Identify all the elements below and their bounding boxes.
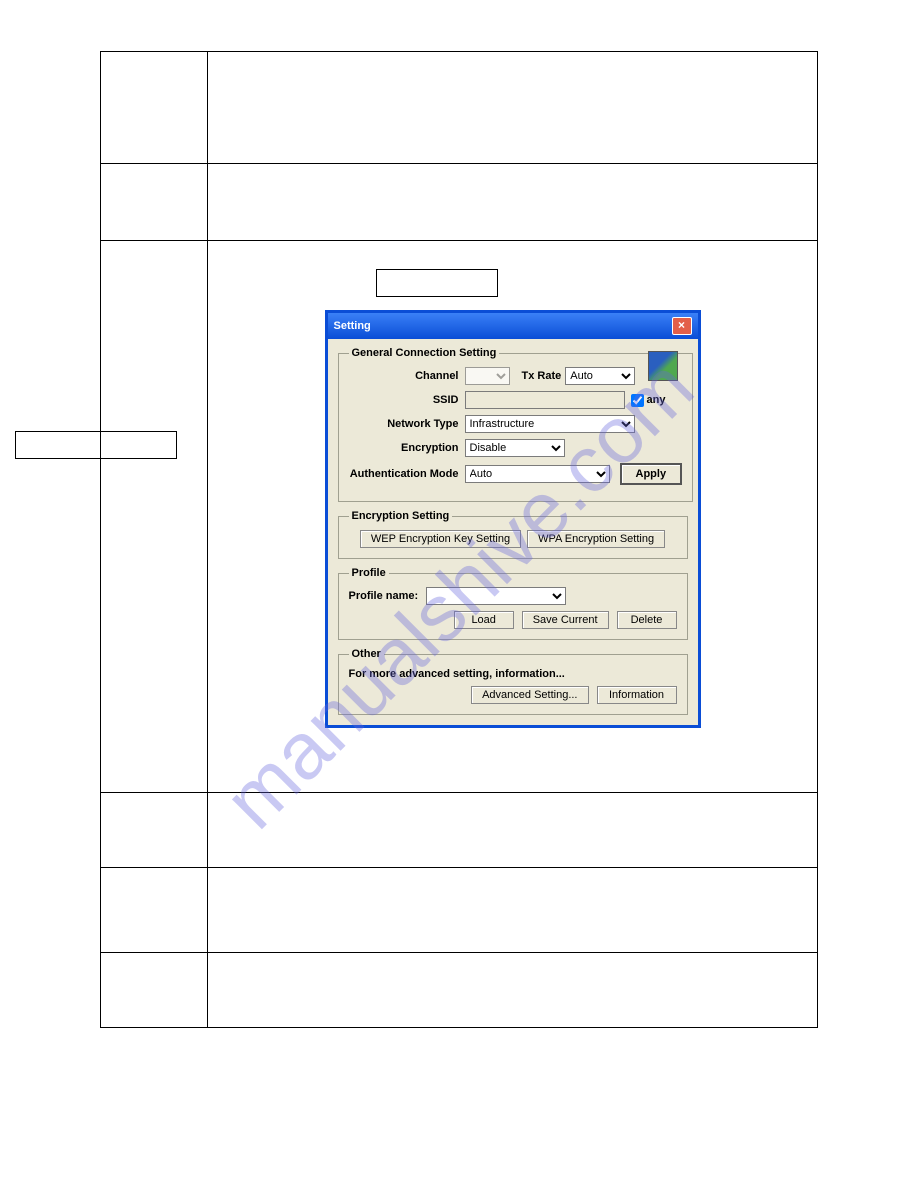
load-button[interactable]: Load <box>454 611 514 629</box>
profilename-label: Profile name: <box>349 590 419 602</box>
general-legend: General Connection Setting <box>349 347 500 359</box>
any-checkbox[interactable] <box>631 394 644 407</box>
outline-box-top <box>376 269 498 297</box>
delete-button[interactable]: Delete <box>617 611 677 629</box>
close-icon[interactable]: × <box>672 317 692 335</box>
other-fieldset: Other For more advanced setting, informa… <box>338 648 688 715</box>
authmode-label: Authentication Mode <box>349 468 465 480</box>
cell-r6c2 <box>208 953 818 1028</box>
authmode-select[interactable]: Auto <box>465 465 610 483</box>
channel-label: Channel <box>349 370 465 382</box>
cell-r1c1 <box>101 52 208 164</box>
cell-r5c1 <box>101 868 208 953</box>
cell-r5c2 <box>208 868 818 953</box>
txrate-label: Tx Rate <box>522 370 562 382</box>
window-title: Setting <box>334 320 371 332</box>
cell-r2c1 <box>101 164 208 241</box>
cell-r4c1 <box>101 793 208 868</box>
savecurrent-button[interactable]: Save Current <box>522 611 609 629</box>
apply-button[interactable]: Apply <box>620 463 683 485</box>
networktype-select[interactable]: Infrastructure <box>465 415 635 433</box>
setting-dialog: Setting × General Connection Setting Cha… <box>325 310 701 728</box>
wpa-setting-button[interactable]: WPA Encryption Setting <box>527 530 665 548</box>
general-fieldset: General Connection Setting Channel Tx Ra… <box>338 347 694 502</box>
encryption-fieldset: Encryption Setting WEP Encryption Key Se… <box>338 510 688 559</box>
document-table: Setting × General Connection Setting Cha… <box>100 51 818 1028</box>
profilename-select[interactable] <box>426 587 566 605</box>
cell-r3c2: Setting × General Connection Setting Cha… <box>208 241 818 793</box>
advanced-button[interactable]: Advanced Setting... <box>471 686 588 704</box>
cell-r6c1 <box>101 953 208 1028</box>
wep-setting-button[interactable]: WEP Encryption Key Setting <box>360 530 521 548</box>
encryption-select[interactable]: Disable <box>465 439 565 457</box>
channel-select[interactable] <box>465 367 510 385</box>
titlebar: Setting × <box>328 313 698 339</box>
profile-fieldset: Profile Profile name: Load Save Current … <box>338 567 688 640</box>
networktype-label: Network Type <box>349 418 465 430</box>
information-button[interactable]: Information <box>597 686 677 704</box>
globe-icon <box>648 351 678 381</box>
other-legend: Other <box>349 648 384 660</box>
other-desc: For more advanced setting, information..… <box>349 668 677 680</box>
cell-r3c1 <box>101 241 208 793</box>
profile-legend: Profile <box>349 567 389 579</box>
encryption-legend: Encryption Setting <box>349 510 453 522</box>
cell-r4c2 <box>208 793 818 868</box>
ssid-label: SSID <box>349 394 465 406</box>
cell-r1c2 <box>208 52 818 164</box>
ssid-input[interactable] <box>465 391 625 409</box>
any-label: any <box>647 394 666 406</box>
cell-r2c2 <box>208 164 818 241</box>
txrate-select[interactable]: Auto <box>565 367 635 385</box>
encryption-label: Encryption <box>349 442 465 454</box>
